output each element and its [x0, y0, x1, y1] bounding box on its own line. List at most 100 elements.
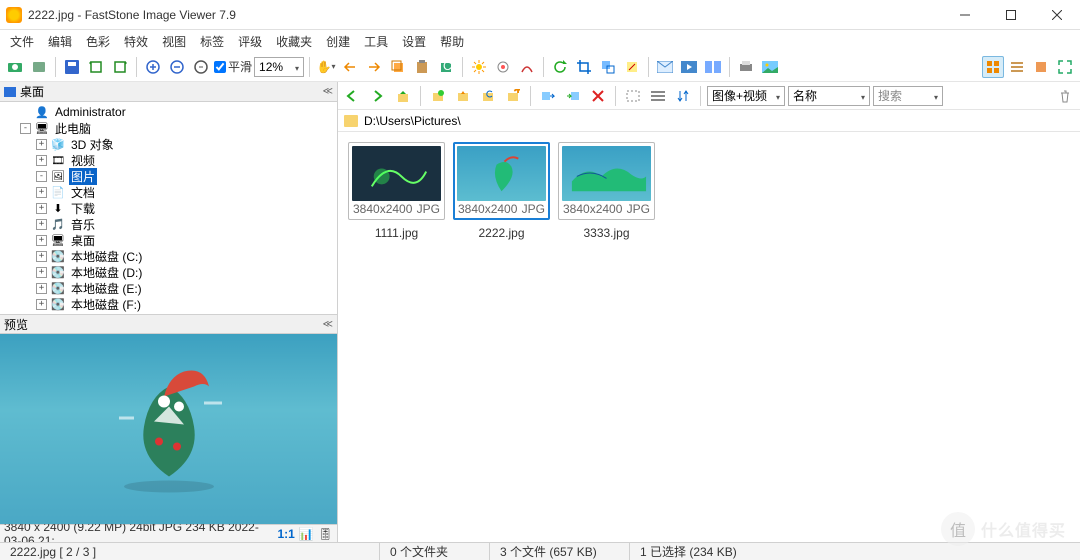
maximize-button[interactable]: [988, 0, 1034, 30]
menu-收藏夹[interactable]: 收藏夹: [270, 31, 318, 52]
thumbnail[interactable]: 3840x2400JPG2222.jpg: [453, 142, 550, 240]
menu-特效[interactable]: 特效: [118, 31, 154, 52]
view-mode-icon[interactable]: [647, 85, 669, 107]
rotate-left-icon[interactable]: [85, 56, 107, 78]
histogram-icon[interactable]: 📊: [299, 527, 314, 541]
draw-icon[interactable]: [621, 56, 643, 78]
nav-up-icon[interactable]: [392, 85, 414, 107]
acquire-icon[interactable]: [4, 56, 26, 78]
hand-icon[interactable]: ✋: [315, 56, 337, 78]
select-all-icon[interactable]: [622, 85, 644, 107]
expand-icon[interactable]: +: [36, 267, 47, 278]
thumbnail[interactable]: 3840x2400JPG3333.jpg: [558, 142, 655, 240]
curves-icon[interactable]: [516, 56, 538, 78]
save-icon[interactable]: [61, 56, 83, 78]
filter-dropdown[interactable]: 图像+视频: [707, 86, 785, 106]
tree-item[interactable]: +🖥桌面: [0, 232, 337, 248]
menu-创建[interactable]: 创建: [320, 31, 356, 52]
paste-icon[interactable]: [411, 56, 433, 78]
tree-item[interactable]: +🎞视频: [0, 152, 337, 168]
undo-icon[interactable]: [339, 56, 361, 78]
print-icon[interactable]: [735, 56, 757, 78]
wallpaper-icon[interactable]: [759, 56, 781, 78]
fullscreen-icon[interactable]: [1054, 56, 1076, 78]
view-list-icon[interactable]: [1006, 56, 1028, 78]
menu-设置[interactable]: 设置: [396, 31, 432, 52]
menu-编辑[interactable]: 编辑: [42, 31, 78, 52]
zoom-out-icon[interactable]: [166, 56, 188, 78]
scan-icon[interactable]: [28, 56, 50, 78]
menu-帮助[interactable]: 帮助: [434, 31, 470, 52]
nav-back-icon[interactable]: [342, 85, 364, 107]
tree-collapse-icon[interactable]: ≪: [323, 86, 333, 97]
delete-icon[interactable]: [587, 85, 609, 107]
tree-item[interactable]: 👤Administrator: [0, 104, 337, 120]
slideshow-icon[interactable]: [678, 56, 700, 78]
copy-to-icon[interactable]: [537, 85, 559, 107]
smooth-checkbox[interactable]: 平滑: [214, 58, 252, 75]
expand-icon[interactable]: +: [36, 139, 47, 150]
thumbnail[interactable]: 3840x2400JPG1111.jpg: [348, 142, 445, 240]
zoom-input[interactable]: 12%: [254, 57, 304, 77]
tree-item[interactable]: +📄文档: [0, 184, 337, 200]
menu-标签[interactable]: 标签: [194, 31, 230, 52]
compare-icon[interactable]: [702, 56, 724, 78]
view-single-icon[interactable]: [1030, 56, 1052, 78]
new-folder-icon[interactable]: ✱: [502, 85, 524, 107]
folder-tree[interactable]: 👤Administrator-🖥此电脑+🧊3D 对象+🎞视频-🖼图片+📄文档+⬇…: [0, 102, 337, 314]
path-bar[interactable]: D:\Users\Pictures\: [338, 110, 1080, 132]
menu-文件[interactable]: 文件: [4, 31, 40, 52]
menu-视图[interactable]: 视图: [156, 31, 192, 52]
menu-色彩[interactable]: 色彩: [80, 31, 116, 52]
copy-icon[interactable]: [387, 56, 409, 78]
recycle-icon[interactable]: [1054, 85, 1076, 107]
expand-icon[interactable]: +: [36, 203, 47, 214]
menu-评级[interactable]: 评级: [232, 31, 268, 52]
expand-icon[interactable]: [20, 107, 31, 118]
expand-icon[interactable]: +: [36, 299, 47, 310]
slider-icon[interactable]: 🎚: [318, 527, 333, 541]
sort-icon[interactable]: [672, 85, 694, 107]
tree-item[interactable]: +💽本地磁盘 (F:): [0, 296, 337, 312]
preview-pane[interactable]: [0, 334, 337, 524]
expand-icon[interactable]: -: [20, 123, 31, 134]
search-input[interactable]: 搜索: [873, 86, 943, 106]
move-to-icon[interactable]: [562, 85, 584, 107]
fav-add-icon[interactable]: [427, 85, 449, 107]
zoom-fit-icon[interactable]: [190, 56, 212, 78]
history-icon[interactable]: [477, 85, 499, 107]
expand-icon[interactable]: +: [36, 155, 47, 166]
tree-item[interactable]: -🖼图片: [0, 168, 337, 184]
fav-open-icon[interactable]: [452, 85, 474, 107]
tree-item[interactable]: +💽本地磁盘 (E:): [0, 280, 337, 296]
expand-icon[interactable]: +: [36, 283, 47, 294]
minimize-button[interactable]: [942, 0, 988, 30]
adjust-icon[interactable]: [492, 56, 514, 78]
view-thumbnails-icon[interactable]: [982, 56, 1004, 78]
email-icon[interactable]: [654, 56, 676, 78]
zoom-in-icon[interactable]: [142, 56, 164, 78]
tree-item[interactable]: +🧊3D 对象: [0, 136, 337, 152]
nav-forward-icon[interactable]: [367, 85, 389, 107]
tree-item[interactable]: +🎵音乐: [0, 216, 337, 232]
close-button[interactable]: [1034, 0, 1080, 30]
sort-dropdown[interactable]: 名称: [788, 86, 870, 106]
expand-icon[interactable]: +: [36, 187, 47, 198]
refresh-icon[interactable]: [549, 56, 571, 78]
expand-icon[interactable]: -: [36, 171, 47, 182]
tree-item[interactable]: +💽本地磁盘 (D:): [0, 264, 337, 280]
expand-icon[interactable]: +: [36, 235, 47, 246]
batch-icon[interactable]: CB: [435, 56, 457, 78]
tree-item[interactable]: +⬇下载: [0, 200, 337, 216]
resize-icon[interactable]: [597, 56, 619, 78]
tree-item[interactable]: -🖥此电脑: [0, 120, 337, 136]
menu-工具[interactable]: 工具: [358, 31, 394, 52]
tree-item[interactable]: +💽本地磁盘 (C:): [0, 248, 337, 264]
sun-icon[interactable]: [468, 56, 490, 78]
expand-icon[interactable]: +: [36, 251, 47, 262]
rotate-right-icon[interactable]: [109, 56, 131, 78]
crop-icon[interactable]: [573, 56, 595, 78]
redo-icon[interactable]: [363, 56, 385, 78]
preview-collapse-icon[interactable]: ≪: [323, 319, 333, 330]
expand-icon[interactable]: +: [36, 219, 47, 230]
